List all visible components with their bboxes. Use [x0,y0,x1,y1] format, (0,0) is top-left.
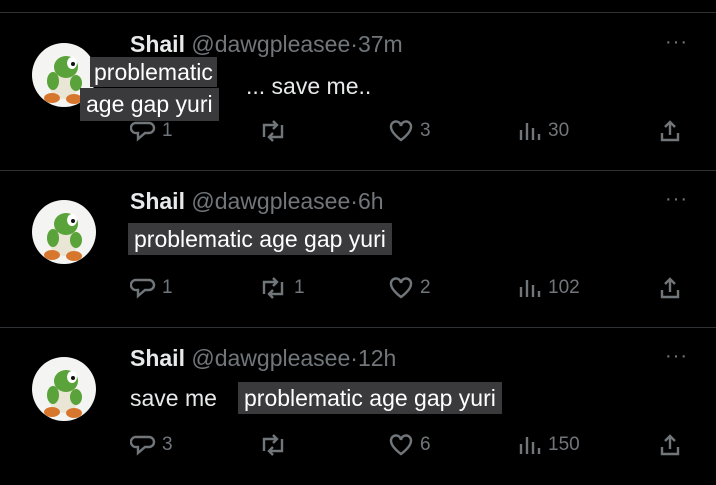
retweet-icon [262,277,284,299]
retweet-icon [262,120,284,142]
share-upload-icon [660,120,680,142]
tweet-text: ... save me.. [246,73,372,99]
caption-overlay-line-2: age gap yuri [80,88,219,121]
reply-button[interactable]: 1 [130,119,173,143]
reply-button[interactable]: 3 [130,433,173,457]
reply-count: 1 [162,120,173,141]
meta-separator: · [350,188,358,214]
like-button[interactable]: 6 [388,433,431,457]
tweet-header: Shail @dawgpleasee·37m [130,31,403,58]
author-name[interactable]: Shail [130,188,185,214]
tweet-3[interactable]: Shail @dawgpleasee·12h ··· save me probl… [0,327,716,485]
views-count: 150 [548,434,580,455]
tweet-header: Shail @dawgpleasee·12h [130,345,396,372]
views-bar-chart-icon [519,280,541,297]
author-name[interactable]: Shail [130,345,185,371]
like-button[interactable]: 3 [388,119,431,143]
retweet-button[interactable]: 1 [258,276,305,300]
share-button[interactable] [658,433,682,457]
caption-overlay: problematic age gap yuri [238,382,502,414]
views-bar-chart-icon [519,437,541,454]
author-handle[interactable]: @dawgpleasee [191,345,350,371]
retweet-count: 1 [294,277,305,298]
author-handle[interactable]: @dawgpleasee [191,188,350,214]
share-button[interactable] [658,119,682,143]
meta-separator: · [350,345,358,371]
like-count: 3 [420,120,431,141]
retweet-button[interactable] [258,433,294,457]
tweet-text: save me [130,385,217,411]
tweet-2[interactable]: Shail @dawgpleasee·6h ··· problematic ag… [0,170,716,328]
share-upload-icon [660,434,680,456]
author-name[interactable]: Shail [130,31,185,57]
views-bar-chart-icon [519,123,541,140]
tweet-header: Shail @dawgpleasee·6h [130,188,384,215]
author-handle[interactable]: @dawgpleasee [191,31,350,57]
reply-count: 1 [162,277,173,298]
meta-separator: · [350,31,358,57]
tweet-1[interactable]: Shail @dawgpleasee·37m ··· ... save me..… [0,13,716,171]
reply-button[interactable]: 1 [130,276,173,300]
timestamp[interactable]: 12h [358,345,396,371]
avatar[interactable] [32,200,96,264]
retweet-button[interactable] [258,119,294,143]
yoshi-avatar-icon [44,213,82,261]
reply-bubble-icon [130,435,156,456]
views-button[interactable]: 30 [518,119,569,143]
views-button[interactable]: 102 [518,276,580,300]
caption-overlay: problematic age gap yuri [128,223,392,255]
more-dots-icon[interactable]: ··· [665,345,688,368]
views-count: 30 [548,120,570,141]
reply-bubble-icon [130,121,156,142]
avatar[interactable] [32,357,96,421]
like-count: 6 [420,434,431,455]
timestamp[interactable]: 6h [358,188,384,214]
yoshi-avatar-icon [44,370,82,418]
more-dots-icon[interactable]: ··· [665,31,688,54]
retweet-icon [262,434,284,456]
views-button[interactable]: 150 [518,433,580,457]
timestamp[interactable]: 37m [358,31,403,57]
share-upload-icon [660,277,680,299]
more-dots-icon[interactable]: ··· [665,188,688,211]
like-button[interactable]: 2 [388,276,431,300]
heart-icon [389,120,413,142]
reply-bubble-icon [130,278,156,299]
share-button[interactable] [658,276,682,300]
views-count: 102 [548,277,580,298]
heart-icon [389,434,413,456]
like-count: 2 [420,277,431,298]
heart-icon [389,277,413,299]
reply-count: 3 [162,434,173,455]
caption-overlay-line-1: problematic [90,57,217,87]
